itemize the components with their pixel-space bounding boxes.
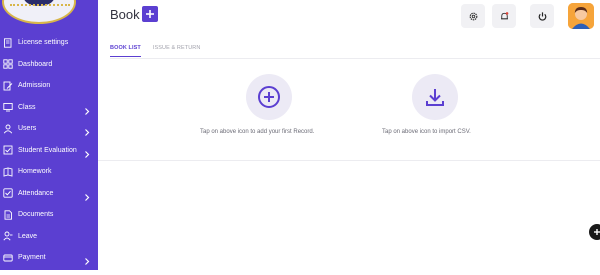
class-icon [3,102,13,112]
chevron-right-icon [83,189,91,201]
notifications-button[interactable] [492,4,516,28]
add-record-button[interactable] [246,74,292,120]
sidebar-item-label: Leave [18,232,38,240]
admission-icon [3,81,13,91]
homework-icon [3,167,13,177]
leave-icon [3,231,13,241]
sidebar-item-label: Student Evaluation [18,146,77,154]
sidebar-item-label: Dashboard [18,60,53,68]
add-record-hint: Tap on above icon to add your first Reco… [200,129,315,135]
download-icon [426,89,444,106]
settings-icon [469,12,477,20]
chevron-right-icon [83,253,91,265]
import-csv-hint: Tap on above icon to import CSV. [382,129,471,135]
school-logo [0,0,98,28]
tab-book-list[interactable]: BOOK LIST [110,45,141,57]
license-icon [3,38,13,48]
sidebar-nav: License settings Dashboard Admission Cla… [0,32,98,269]
sidebar-item-attendance[interactable]: Attendance [0,183,98,205]
settings-button[interactable] [461,4,485,28]
users-icon [3,124,13,134]
app-root: License settings Dashboard Admission Cla… [0,0,600,275]
floating-add-button[interactable] [589,224,600,240]
chevron-right-icon [83,124,91,136]
sidebar-item-label: Class [18,103,36,111]
tab-issue-return[interactable]: ISSUE & RETURN [153,45,201,57]
sidebar-item-homework[interactable]: Homework [0,161,98,183]
payment-icon [3,253,13,263]
attendance-icon [3,188,13,198]
sidebar: License settings Dashboard Admission Cla… [0,0,98,270]
add-book-button[interactable] [142,6,158,22]
chevron-right-icon [83,146,91,158]
plus-icon [594,229,600,235]
page-title: Book [110,7,140,22]
documents-icon [3,210,13,220]
tab-divider [110,58,600,59]
sidebar-item-dashboard[interactable]: Dashboard [0,54,98,76]
sidebar-item-payment[interactable]: Payment [0,247,98,269]
chevron-right-icon [83,103,91,115]
notification-bell-icon [500,11,508,19]
sidebar-item-label: Users [18,125,37,133]
add-circle-icon [258,86,280,108]
sidebar-item-leave[interactable]: Leave [0,226,98,248]
sidebar-item-label: Payment [18,254,46,262]
sidebar-item-class[interactable]: Class [0,97,98,119]
sidebar-item-documents[interactable]: Documents [0,204,98,226]
logout-button[interactable] [530,4,554,28]
sidebar-item-label: Homework [18,168,52,176]
sidebar-item-users[interactable]: Users [0,118,98,140]
user-avatar[interactable] [568,3,594,29]
power-icon [538,11,546,21]
tab-bar: BOOK LIST ISSUE & RETURN [110,45,212,57]
content-divider [98,160,600,161]
sidebar-item-license-settings[interactable]: License settings [0,32,98,54]
sidebar-item-label: Admission [18,82,51,90]
sidebar-item-label: Documents [18,211,54,219]
sidebar-item-label: Attendance [18,189,54,197]
plus-icon [146,10,154,18]
sidebar-item-student-evaluation[interactable]: Student Evaluation [0,140,98,162]
dashboard-icon [3,59,13,69]
import-csv-button[interactable] [412,74,458,120]
sidebar-item-admission[interactable]: Admission [0,75,98,97]
evaluation-icon [3,145,13,155]
sidebar-item-label: License settings [18,39,69,47]
